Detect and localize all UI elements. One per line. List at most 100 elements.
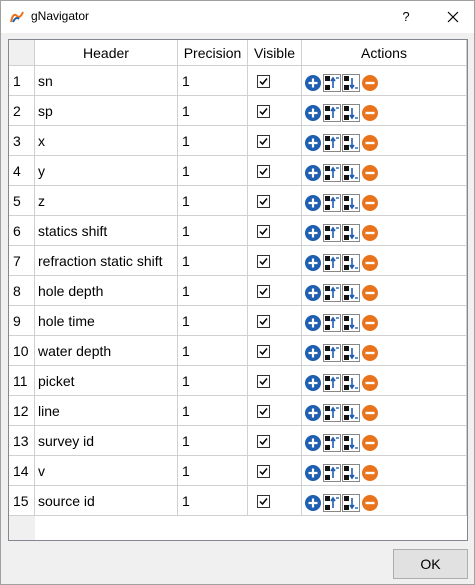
remove-row-button[interactable] <box>361 462 379 481</box>
move-down-button[interactable] <box>342 402 360 422</box>
visible-cell[interactable] <box>248 396 302 426</box>
header-cell[interactable]: statics shift <box>35 216 178 246</box>
precision-cell[interactable]: 1 <box>178 396 248 426</box>
visible-cell[interactable] <box>248 456 302 486</box>
visible-cell[interactable] <box>248 486 302 516</box>
table-row[interactable]: 8 hole depth 1 <box>9 276 467 306</box>
row-number[interactable]: 9 <box>9 306 35 336</box>
table-row[interactable]: 10 water depth 1 <box>9 336 467 366</box>
add-row-button[interactable] <box>304 432 322 451</box>
remove-row-button[interactable] <box>361 162 379 181</box>
remove-row-button[interactable] <box>361 102 379 121</box>
visible-cell[interactable] <box>248 156 302 186</box>
table-row[interactable]: 6 statics shift 1 <box>9 216 467 246</box>
precision-cell[interactable]: 1 <box>178 306 248 336</box>
move-up-button[interactable] <box>323 372 341 392</box>
move-down-button[interactable] <box>342 132 360 152</box>
row-number[interactable]: 2 <box>9 96 35 126</box>
table-row[interactable]: 14 v 1 <box>9 456 467 486</box>
header-cell[interactable]: y <box>35 156 178 186</box>
table-row[interactable]: 2 sp 1 <box>9 96 467 126</box>
visible-checkbox[interactable] <box>257 285 270 298</box>
visible-checkbox[interactable] <box>257 225 270 238</box>
close-button[interactable] <box>431 1 474 33</box>
visible-cell[interactable] <box>248 276 302 306</box>
add-row-button[interactable] <box>304 282 322 301</box>
row-number[interactable]: 8 <box>9 276 35 306</box>
table-row[interactable]: 5 z 1 <box>9 186 467 216</box>
visible-cell[interactable] <box>248 336 302 366</box>
add-row-button[interactable] <box>304 162 322 181</box>
add-row-button[interactable] <box>304 402 322 421</box>
add-row-button[interactable] <box>304 462 322 481</box>
move-up-button[interactable] <box>323 132 341 152</box>
move-down-button[interactable] <box>342 372 360 392</box>
visible-cell[interactable] <box>248 186 302 216</box>
move-up-button[interactable] <box>323 162 341 182</box>
help-button[interactable]: ? <box>389 1 423 33</box>
title-bar[interactable]: gNavigator ? <box>1 1 474 33</box>
table-row[interactable]: 13 survey id 1 <box>9 426 467 456</box>
header-cell[interactable]: z <box>35 186 178 216</box>
visible-cell[interactable] <box>248 246 302 276</box>
header-cell[interactable]: survey id <box>35 426 178 456</box>
add-row-button[interactable] <box>304 72 322 91</box>
row-number[interactable]: 4 <box>9 156 35 186</box>
visible-cell[interactable] <box>248 96 302 126</box>
visible-checkbox[interactable] <box>257 255 270 268</box>
visible-checkbox[interactable] <box>257 435 270 448</box>
add-row-button[interactable] <box>304 222 322 241</box>
move-up-button[interactable] <box>323 72 341 92</box>
move-down-button[interactable] <box>342 492 360 512</box>
precision-cell[interactable]: 1 <box>178 66 248 96</box>
remove-row-button[interactable] <box>361 312 379 331</box>
ok-button[interactable]: OK <box>393 549 468 579</box>
row-number[interactable]: 10 <box>9 336 35 366</box>
row-number[interactable]: 13 <box>9 426 35 456</box>
row-number[interactable]: 14 <box>9 456 35 486</box>
table-row[interactable]: 11 picket 1 <box>9 366 467 396</box>
remove-row-button[interactable] <box>361 342 379 361</box>
move-up-button[interactable] <box>323 192 341 212</box>
visible-checkbox[interactable] <box>257 375 270 388</box>
add-row-button[interactable] <box>304 132 322 151</box>
visible-checkbox[interactable] <box>257 465 270 478</box>
header-cell[interactable]: water depth <box>35 336 178 366</box>
add-row-button[interactable] <box>304 102 322 121</box>
visible-checkbox[interactable] <box>257 195 270 208</box>
table-row[interactable]: 4 y 1 <box>9 156 467 186</box>
move-down-button[interactable] <box>342 72 360 92</box>
visible-cell[interactable] <box>248 426 302 456</box>
visible-cell[interactable] <box>248 306 302 336</box>
table-row[interactable]: 3 x 1 <box>9 126 467 156</box>
visible-checkbox[interactable] <box>257 315 270 328</box>
move-up-button[interactable] <box>323 312 341 332</box>
header-cell[interactable]: v <box>35 456 178 486</box>
column-header-precision[interactable]: Precision <box>178 40 248 66</box>
precision-cell[interactable]: 1 <box>178 336 248 366</box>
visible-checkbox[interactable] <box>257 405 270 418</box>
header-cell[interactable]: refraction static shift <box>35 246 178 276</box>
precision-cell[interactable]: 1 <box>178 426 248 456</box>
add-row-button[interactable] <box>304 492 322 511</box>
visible-checkbox[interactable] <box>257 75 270 88</box>
visible-checkbox[interactable] <box>257 165 270 178</box>
visible-checkbox[interactable] <box>257 345 270 358</box>
row-number[interactable]: 3 <box>9 126 35 156</box>
header-cell[interactable]: sn <box>35 66 178 96</box>
visible-checkbox[interactable] <box>257 495 270 508</box>
remove-row-button[interactable] <box>361 132 379 151</box>
precision-cell[interactable]: 1 <box>178 276 248 306</box>
visible-cell[interactable] <box>248 66 302 96</box>
header-cell[interactable]: picket <box>35 366 178 396</box>
move-up-button[interactable] <box>323 492 341 512</box>
column-header-actions[interactable]: Actions <box>302 40 467 66</box>
row-number[interactable]: 5 <box>9 186 35 216</box>
row-number[interactable]: 1 <box>9 66 35 96</box>
header-cell[interactable]: x <box>35 126 178 156</box>
move-up-button[interactable] <box>323 102 341 122</box>
visible-cell[interactable] <box>248 126 302 156</box>
header-cell[interactable]: hole time <box>35 306 178 336</box>
remove-row-button[interactable] <box>361 402 379 421</box>
precision-cell[interactable]: 1 <box>178 156 248 186</box>
